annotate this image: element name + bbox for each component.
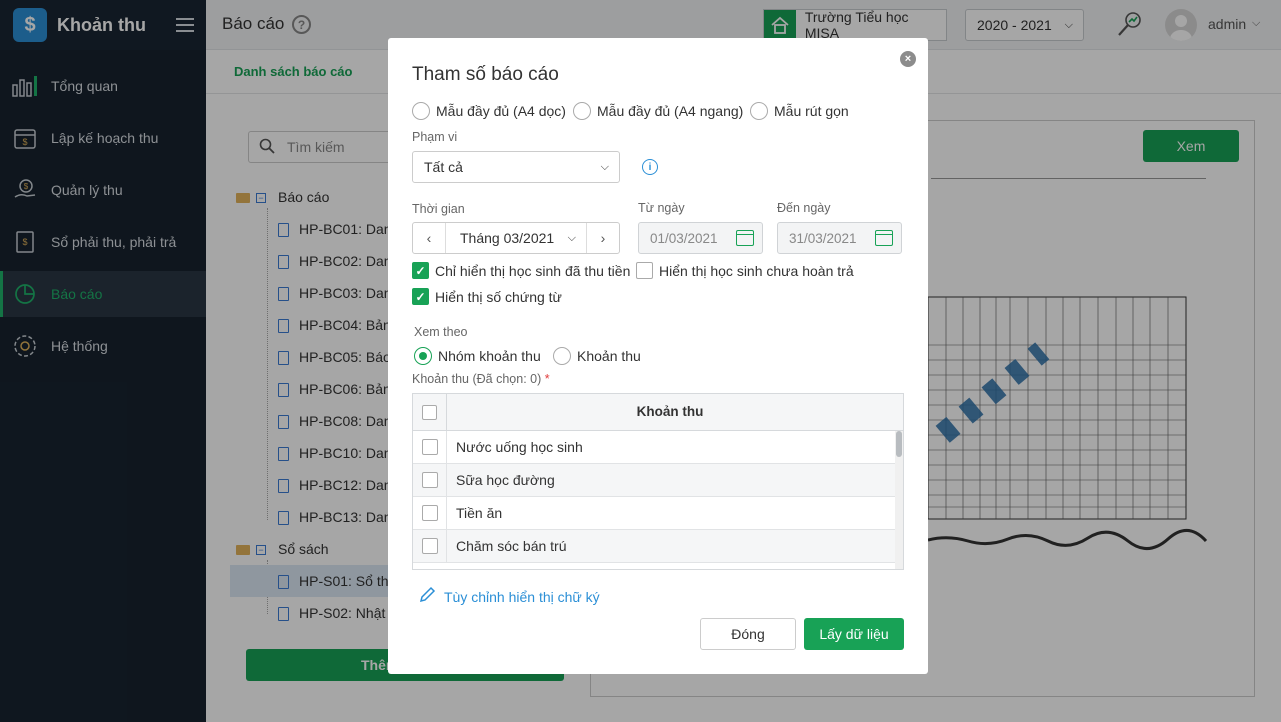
report-parameters-dialog: Tham số báo cáo × Mẫu đầy đủ (A4 dọc) Mẫ… xyxy=(388,38,928,674)
row-checkbox[interactable] xyxy=(422,538,438,554)
radio-label: Khoản thu xyxy=(577,348,641,364)
to-date-field[interactable]: 31/03/2021 xyxy=(777,222,902,254)
dialog-title: Tham số báo cáo xyxy=(412,64,559,85)
fees-table: Khoản thu Nước uống học sinh Sữa học đườ… xyxy=(412,393,904,570)
checkbox-label: Chỉ hiển thị học sinh đã thu tiền xyxy=(435,262,631,279)
template-a4-portrait-radio[interactable]: Mẫu đầy đủ (A4 dọc) xyxy=(412,102,566,120)
get-data-button[interactable]: Lấy dữ liệu xyxy=(804,618,904,650)
table-scrollbar[interactable] xyxy=(895,431,903,569)
fee-name: Sữa học đường xyxy=(456,472,555,488)
checkbox-icon xyxy=(636,262,653,279)
calendar-icon[interactable] xyxy=(736,230,754,246)
table-row[interactable]: Sữa học đường xyxy=(413,464,895,497)
unrefunded-checkbox[interactable]: Hiển thị học sinh chưa hoàn trả xyxy=(636,262,854,279)
close-icon[interactable]: × xyxy=(900,51,916,67)
fee-name: Nước uống học sinh xyxy=(456,439,583,455)
from-date-label: Từ ngày xyxy=(638,201,685,215)
from-date-field[interactable]: 01/03/2021 xyxy=(638,222,763,254)
checkmark-icon: ✓ xyxy=(412,288,429,305)
time-label: Thời gian xyxy=(412,202,465,216)
radio-label: Mẫu đầy đủ (A4 ngang) xyxy=(597,103,744,119)
checkbox-label: Hiển thị học sinh chưa hoàn trả xyxy=(659,262,854,279)
select-all-checkbox[interactable] xyxy=(422,405,437,420)
scope-label: Phạm vi xyxy=(412,130,458,144)
radio-label: Mẫu rút gọn xyxy=(774,103,849,119)
to-date-value: 31/03/2021 xyxy=(789,230,857,246)
view-by-fee-radio[interactable]: Khoản thu xyxy=(553,347,641,365)
period-select[interactable]: Tháng 03/2021 ⌵ xyxy=(445,223,587,253)
radio-icon xyxy=(573,102,591,120)
radio-label: Mẫu đầy đủ (A4 dọc) xyxy=(436,103,566,119)
scrollbar-thumb[interactable] xyxy=(896,431,902,457)
checkbox-label: Hiển thị số chứng từ xyxy=(435,288,562,305)
radio-label: Nhóm khoản thu xyxy=(438,348,541,364)
period-picker: ‹ Tháng 03/2021 ⌵ › xyxy=(412,222,620,254)
chevron-right-icon[interactable]: › xyxy=(587,223,619,253)
paid-only-checkbox[interactable]: ✓ Chỉ hiển thị học sinh đã thu tiền xyxy=(412,262,630,279)
table-row[interactable]: Chăm sóc bán trú xyxy=(413,530,895,563)
fee-name: Tiền ăn xyxy=(456,505,503,521)
template-compact-radio[interactable]: Mẫu rút gọn xyxy=(750,102,849,120)
table-row[interactable]: Tiền ăn xyxy=(413,497,895,530)
radio-icon xyxy=(412,102,430,120)
radio-icon xyxy=(750,102,768,120)
pencil-icon xyxy=(418,586,436,607)
fees-label-text: Khoản thu (Đã chọn: 0) xyxy=(412,372,542,386)
fee-name: Chăm sóc bán trú xyxy=(456,538,567,554)
from-date-value: 01/03/2021 xyxy=(650,230,718,246)
row-checkbox[interactable] xyxy=(422,505,438,521)
checkmark-icon: ✓ xyxy=(412,262,429,279)
chevron-left-icon[interactable]: ‹ xyxy=(413,223,445,253)
table-header: Khoản thu xyxy=(413,394,903,431)
period-value: Tháng 03/2021 xyxy=(460,230,555,246)
radio-selected-icon xyxy=(414,347,432,365)
scope-value: Tất cả xyxy=(424,159,463,175)
close-button[interactable]: Đóng xyxy=(700,618,796,650)
radio-icon xyxy=(553,347,571,365)
fees-label: Khoản thu (Đã chọn: 0) * xyxy=(412,372,550,386)
to-date-label: Đến ngày xyxy=(777,201,831,215)
customize-signature-link[interactable]: Tùy chỉnh hiển thị chữ ký xyxy=(418,586,600,607)
row-checkbox[interactable] xyxy=(422,472,438,488)
template-a4-landscape-radio[interactable]: Mẫu đầy đủ (A4 ngang) xyxy=(573,102,743,120)
info-icon[interactable]: i xyxy=(642,159,658,175)
view-by-label: Xem theo xyxy=(414,325,468,339)
link-label: Tùy chỉnh hiển thị chữ ký xyxy=(444,588,600,605)
column-header-fee: Khoản thu xyxy=(636,404,704,419)
voucher-number-checkbox[interactable]: ✓ Hiển thị số chứng từ xyxy=(412,288,562,305)
scope-select[interactable]: Tất cả ⌵ xyxy=(412,151,620,183)
table-row[interactable]: Nước uống học sinh xyxy=(413,431,895,464)
view-by-fee-group-radio[interactable]: Nhóm khoản thu xyxy=(414,347,541,365)
calendar-icon[interactable] xyxy=(875,230,893,246)
required-mark: * xyxy=(544,372,550,386)
chevron-down-icon: ⌵ xyxy=(567,231,576,244)
chevron-down-icon: ⌵ xyxy=(600,160,609,173)
row-checkbox[interactable] xyxy=(422,439,438,455)
